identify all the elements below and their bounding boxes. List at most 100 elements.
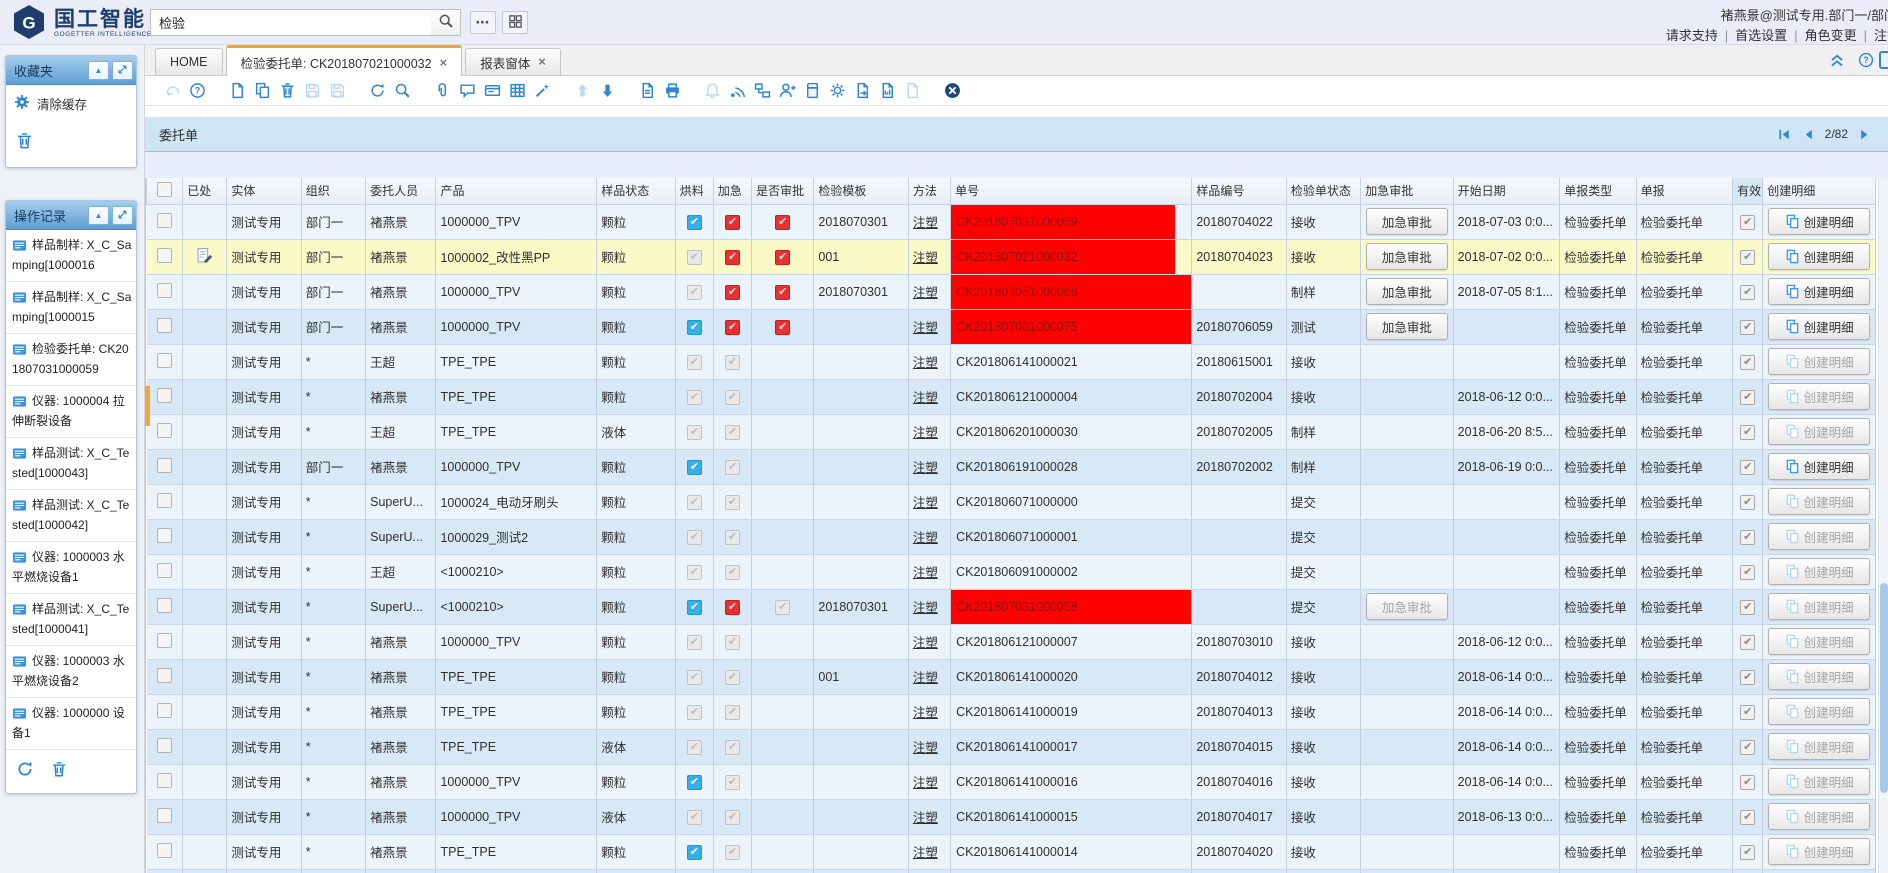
valid-checkbox[interactable]: ✔ (1740, 215, 1755, 230)
method-link[interactable]: 注塑 (913, 216, 938, 230)
urgent-flag-checkbox[interactable]: ✔ (725, 215, 740, 230)
attachment-icon[interactable] (430, 80, 455, 102)
calculator-icon[interactable] (800, 80, 825, 102)
create-detail-button[interactable]: 创建明细 (1768, 803, 1870, 830)
record-item[interactable]: 样品制样: X_C_Samping[1000015 (6, 282, 136, 334)
favorites-collapse-button[interactable]: ▲ (88, 61, 109, 80)
bake-checkbox[interactable]: ✔ (687, 460, 702, 475)
col-header-template[interactable]: 检验模板 (814, 178, 908, 204)
col-header-select[interactable] (147, 178, 183, 204)
table-view-icon[interactable] (505, 80, 530, 102)
method-link[interactable]: 注塑 (913, 321, 938, 335)
row-select-checkbox[interactable] (157, 843, 172, 858)
create-detail-button[interactable]: 创建明细 (1768, 208, 1870, 235)
method-link[interactable]: 注塑 (913, 601, 938, 615)
col-header-person[interactable]: 委托人员 (366, 178, 436, 204)
bake-checkbox[interactable]: ✔ (687, 215, 702, 230)
bake-checkbox[interactable]: ✔ (687, 320, 702, 335)
urgent-approve-button[interactable]: 加急审批 (1366, 243, 1448, 270)
cancel-task-icon[interactable] (940, 80, 965, 102)
table-row[interactable]: 测试专用*SuperU...1000029_测试2颗粒✔✔注塑CK2018060… (147, 519, 1876, 554)
tab--[interactable]: 报表窗体× (465, 48, 561, 75)
col-header-method[interactable]: 方法 (908, 178, 950, 204)
bake-checkbox[interactable]: ✔ (687, 390, 702, 405)
create-detail-button[interactable]: 创建明细 (1768, 418, 1870, 445)
record-item[interactable]: 仪器: 1000003 水平燃烧设备1 (6, 542, 136, 594)
valid-checkbox[interactable]: ✔ (1740, 775, 1755, 790)
create-detail-button[interactable]: 创建明细 (1768, 313, 1870, 340)
close-icon[interactable]: × (440, 58, 448, 68)
record-item[interactable]: 仪器: 1000000 设备1 (6, 698, 136, 750)
table-row[interactable]: 测试专用*褚燕景TPE_TPE颗粒✔✔注塑CK20180614100001920… (147, 694, 1876, 729)
record-item[interactable]: 仪器: 1000004 拉伸断裂设备 (6, 386, 136, 438)
more-options-button[interactable]: ⋯ (470, 11, 496, 34)
urgent-approve-button[interactable]: 加急审批 (1366, 208, 1448, 235)
bake-checkbox[interactable]: ✔ (687, 705, 702, 720)
create-detail-button[interactable]: 创建明细 (1768, 278, 1870, 305)
table-row[interactable]: 测试专用*SuperU...1000024_电动牙刷头颗粒✔✔注塑CK20180… (147, 484, 1876, 519)
create-detail-button[interactable]: 创建明细 (1768, 558, 1870, 585)
export-report-icon[interactable] (875, 80, 900, 102)
refresh-icon[interactable] (365, 80, 390, 102)
new-document-icon[interactable] (225, 80, 250, 102)
bake-checkbox[interactable]: ✔ (687, 285, 702, 300)
urgent-flag-checkbox[interactable]: ✔ (725, 250, 740, 265)
method-link[interactable]: 注塑 (913, 426, 938, 440)
valid-checkbox[interactable]: ✔ (1740, 565, 1755, 580)
order-code[interactable]: CK201806201000030 (951, 415, 1191, 449)
order-code[interactable]: CK201806141000021 (951, 345, 1191, 379)
urgent-flag-checkbox[interactable]: ✔ (725, 495, 740, 510)
create-detail-button[interactable]: 创建明细 (1768, 698, 1870, 725)
prev-page-icon[interactable] (1801, 127, 1816, 142)
apps-grid-button[interactable] (502, 11, 528, 34)
valid-checkbox[interactable]: ✔ (1740, 390, 1755, 405)
valid-checkbox[interactable]: ✔ (1740, 320, 1755, 335)
urgent-approve-button[interactable]: 加急审批 (1366, 278, 1448, 305)
bake-checkbox[interactable]: ✔ (687, 635, 702, 650)
table-row[interactable]: 测试专用*王超TPE_TPE颗粒✔✔注塑CK201806141000021201… (147, 344, 1876, 379)
edit-record-icon[interactable] (196, 253, 214, 267)
method-link[interactable]: 注塑 (913, 391, 938, 405)
records-collapse-button[interactable]: ▲ (88, 206, 109, 225)
approved-checkbox[interactable]: ✔ (775, 320, 790, 335)
delete-icon[interactable] (275, 80, 300, 102)
table-row[interactable]: 测试专用*褚燕景TPE_TPE颗粒✔✔注塑CK20180612100000420… (147, 379, 1876, 414)
urgent-flag-checkbox[interactable]: ✔ (725, 355, 740, 370)
row-select-checkbox[interactable] (157, 633, 172, 648)
bake-checkbox[interactable]: ✔ (687, 565, 702, 580)
col-header-create-detail[interactable]: 创建明细 (1763, 178, 1876, 204)
bake-checkbox[interactable]: ✔ (687, 600, 702, 615)
create-detail-button[interactable]: 创建明细 (1768, 733, 1870, 760)
table-row[interactable]: 测试专用*王超<1000210>颗粒✔✔注塑CK201806091000002提… (147, 554, 1876, 589)
collapse-up-icon[interactable] (1829, 52, 1845, 71)
valid-checkbox[interactable]: ✔ (1740, 495, 1755, 510)
method-link[interactable]: 注塑 (913, 356, 938, 370)
table-row[interactable]: 测试专用部门一褚燕景1000000_TPV颗粒✔✔✔2018070301注塑CK… (147, 274, 1876, 309)
bake-checkbox[interactable]: ✔ (687, 355, 702, 370)
row-select-checkbox[interactable] (157, 703, 172, 718)
urgent-flag-checkbox[interactable]: ✔ (725, 600, 740, 615)
row-select-checkbox[interactable] (157, 458, 172, 473)
method-link[interactable]: 注塑 (913, 566, 938, 580)
comment-icon[interactable] (455, 80, 480, 102)
panel-edge-icon[interactable] (1879, 51, 1888, 69)
order-code[interactable]: CK201807061000075 (951, 310, 1191, 344)
col-header-start-date[interactable]: 开始日期 (1453, 178, 1560, 204)
order-code[interactable]: CK201806141000017 (951, 730, 1191, 764)
help-icon[interactable]: ? (1858, 52, 1874, 71)
bake-checkbox[interactable]: ✔ (687, 250, 702, 265)
table-row[interactable]: 测试专用*王超TPE_TPE液体✔✔注塑CK201806201000030201… (147, 414, 1876, 449)
bake-checkbox[interactable]: ✔ (687, 670, 702, 685)
urgent-flag-checkbox[interactable]: ✔ (725, 740, 740, 755)
urgent-flag-checkbox[interactable]: ✔ (725, 425, 740, 440)
record-item[interactable]: 仪器: 1000003 水平燃烧设备2 (6, 646, 136, 698)
next-page-icon[interactable] (1857, 127, 1872, 142)
settings-icon[interactable] (825, 80, 850, 102)
record-item[interactable]: 样品制样: X_C_Samping[1000016 (6, 230, 136, 282)
tab-home[interactable]: HOME (155, 48, 223, 75)
col-header-org[interactable]: 组织 (301, 178, 365, 204)
col-header-code[interactable]: 单号 (951, 178, 1192, 204)
method-link[interactable]: 注塑 (913, 531, 938, 545)
method-link[interactable]: 注塑 (913, 811, 938, 825)
order-code[interactable]: CK201806071000001 (951, 520, 1191, 554)
